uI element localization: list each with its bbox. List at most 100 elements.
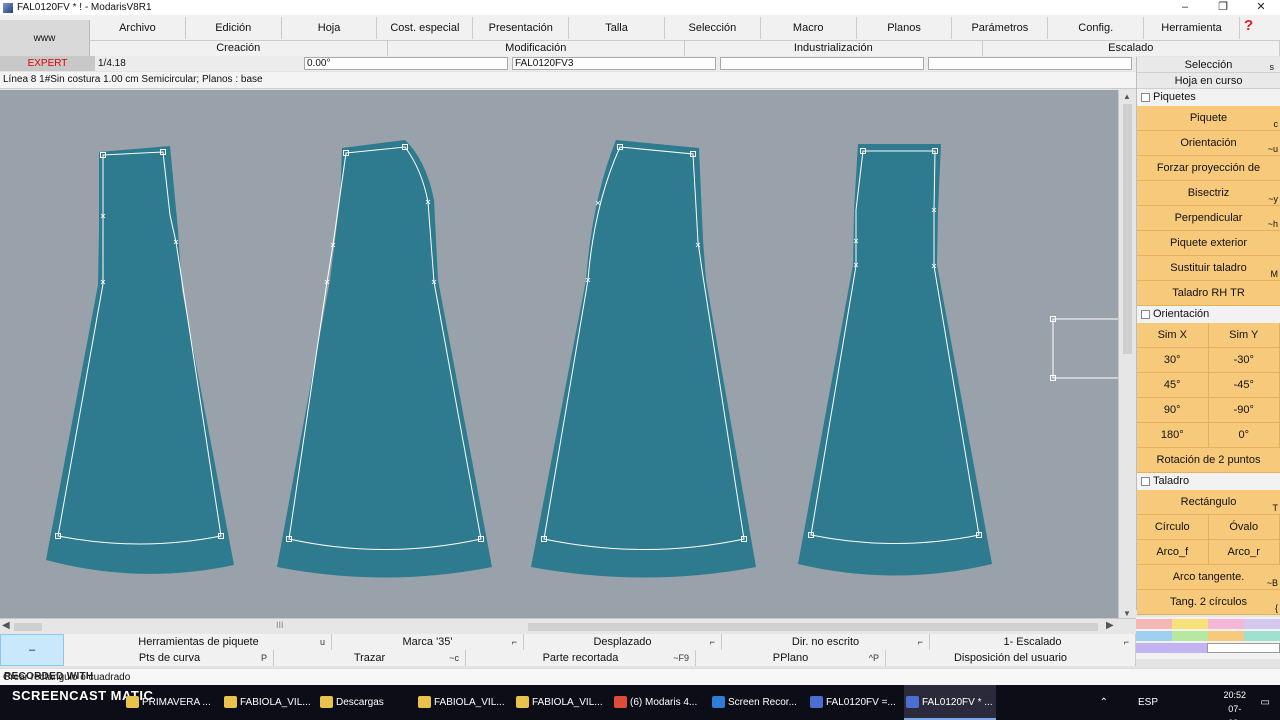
btn-arco-r[interactable]: Arco_r bbox=[1208, 540, 1280, 565]
clock[interactable]: 20:52 07-09-2020 bbox=[1223, 688, 1246, 720]
swatch[interactable] bbox=[1207, 643, 1280, 653]
swatch[interactable] bbox=[1208, 619, 1244, 629]
horizontal-scroll-track[interactable] bbox=[528, 623, 1098, 631]
taskbar-item-fabiola-3[interactable]: FABIOLA_VIL... bbox=[514, 685, 603, 720]
notification-icon[interactable]: ▭ bbox=[1261, 685, 1270, 720]
tool-parte-recortada[interactable]: Parte recortada ~F9 bbox=[466, 650, 696, 666]
btn-ovalo[interactable]: Óvalo bbox=[1208, 515, 1280, 540]
menu-hoja[interactable]: Hoja bbox=[282, 17, 378, 39]
menu-archivo[interactable]: Archivo bbox=[90, 17, 186, 39]
section-orientacion[interactable]: Orientación bbox=[1137, 306, 1280, 323]
empty-field-1[interactable] bbox=[720, 57, 924, 70]
swatch[interactable] bbox=[1136, 643, 1207, 653]
btn-orientacion[interactable]: Orientación ~u bbox=[1137, 131, 1280, 156]
btn-rot-45[interactable]: 45° bbox=[1137, 373, 1209, 398]
btn-rectangulo[interactable]: Rectángulo T bbox=[1137, 490, 1280, 515]
model-field[interactable]: FAL0120FV3 bbox=[512, 57, 716, 70]
section-checkbox[interactable] bbox=[1141, 93, 1150, 102]
angle-field[interactable]: 0.00° bbox=[304, 57, 508, 70]
empty-field-2[interactable] bbox=[928, 57, 1132, 70]
tool-pplano[interactable]: PPlano ^P bbox=[696, 650, 886, 666]
close-button[interactable]: ✕ bbox=[1242, 0, 1280, 15]
submenu-modificacion[interactable]: Modificación bbox=[388, 41, 685, 56]
swatch[interactable] bbox=[1136, 619, 1172, 629]
swatch[interactable] bbox=[1244, 631, 1280, 641]
taskbar-item-screen-recorder[interactable]: Screen Recor... bbox=[710, 685, 797, 720]
language-indicator[interactable]: ESP bbox=[1138, 685, 1158, 720]
pattern-svg[interactable] bbox=[0, 90, 1118, 618]
menu-edicion[interactable]: Edición bbox=[186, 17, 282, 39]
taskbar-item-modaris-2[interactable]: FAL0120FV * ... bbox=[904, 685, 996, 720]
menu-planos[interactable]: Planos bbox=[857, 17, 953, 39]
section-checkbox[interactable] bbox=[1141, 310, 1150, 319]
pattern-piece-2[interactable] bbox=[277, 140, 492, 578]
btn-sim-x[interactable]: Sim X bbox=[1137, 323, 1209, 348]
selection-rectangle[interactable] bbox=[1050, 316, 1119, 381]
tool-pts-de-curva[interactable]: Pts de curva P bbox=[66, 650, 274, 666]
menu-cost-especial[interactable]: Cost. especial bbox=[377, 17, 474, 39]
panel-current-sheet-header[interactable]: Hoja en curso bbox=[1137, 73, 1280, 89]
tool-marca-35[interactable]: Marca '35' ⌐ bbox=[332, 634, 524, 650]
btn-tang-2-circulos[interactable]: Tang. 2 círculos{ bbox=[1137, 590, 1280, 615]
piece-seam-allowance[interactable] bbox=[46, 146, 234, 574]
tool-dir-no-escrito[interactable]: Dir. no escrito ⌐ bbox=[722, 634, 930, 650]
btn-rot-minus-45[interactable]: -45° bbox=[1208, 373, 1280, 398]
vertical-scroll-thumb[interactable] bbox=[1123, 104, 1132, 354]
pattern-piece-1[interactable] bbox=[46, 146, 234, 574]
submenu-creacion[interactable]: Creación bbox=[90, 41, 388, 56]
pattern-piece-3[interactable] bbox=[531, 140, 756, 578]
swatch[interactable] bbox=[1244, 619, 1280, 629]
menu-presentacion[interactable]: Presentación bbox=[473, 17, 570, 39]
tool-herramientas-piquete[interactable]: Herramientas de piquete u bbox=[66, 634, 332, 650]
section-checkbox[interactable] bbox=[1141, 477, 1150, 486]
tool-disposicion-usuario[interactable]: Disposición del usuario bbox=[886, 650, 1136, 666]
www-button[interactable]: www bbox=[0, 20, 90, 56]
menu-seleccion[interactable]: Selección bbox=[665, 17, 761, 39]
btn-bisectriz[interactable]: Bisectriz ~y bbox=[1137, 181, 1280, 206]
menu-parametros[interactable]: Parámetros bbox=[952, 17, 1049, 39]
menu-talla[interactable]: Talla bbox=[569, 17, 665, 39]
taskbar-item-modaris-1[interactable]: FAL0120FV =... bbox=[808, 685, 896, 720]
swatch[interactable] bbox=[1172, 619, 1208, 629]
tool-trazar[interactable]: Trazar ~c bbox=[274, 650, 466, 666]
panel-selection-header[interactable]: Selección s bbox=[1137, 57, 1280, 73]
btn-rot-90[interactable]: 90° bbox=[1137, 398, 1209, 423]
btn-rot-minus-30[interactable]: -30° bbox=[1208, 348, 1280, 373]
horizontal-scroll-thumb[interactable] bbox=[14, 623, 42, 631]
btn-circulo[interactable]: Círculo bbox=[1137, 515, 1209, 540]
pattern-canvas[interactable] bbox=[0, 90, 1118, 618]
taskbar-item-descargas[interactable]: Descargas bbox=[318, 685, 384, 720]
tool-escalado[interactable]: 1- Escalado ⌐ bbox=[930, 634, 1136, 650]
menu-config[interactable]: Config. bbox=[1048, 17, 1145, 39]
scroll-down-arrow[interactable]: ▼ bbox=[1123, 609, 1131, 618]
btn-arco-f[interactable]: Arco_f bbox=[1137, 540, 1209, 565]
menu-macro[interactable]: Macro bbox=[761, 17, 857, 39]
piece-seam-allowance[interactable] bbox=[531, 140, 756, 578]
maximize-button[interactable]: ❐ bbox=[1204, 0, 1242, 15]
scroll-left-arrow[interactable]: ◀ bbox=[2, 620, 10, 631]
help-icon[interactable]: ? bbox=[1244, 17, 1256, 35]
submenu-industrializacion[interactable]: Industrialización bbox=[685, 41, 983, 56]
horizontal-scrollbar[interactable]: ◀ III ▶ bbox=[0, 618, 1136, 634]
scroll-right-arrow[interactable]: ▶ bbox=[1106, 620, 1114, 631]
btn-rot-30[interactable]: 30° bbox=[1137, 348, 1209, 373]
btn-sustituir-taladro[interactable]: Sustituir taladro M bbox=[1137, 256, 1280, 281]
btn-perpendicular[interactable]: Perpendicular ~h bbox=[1137, 206, 1280, 231]
btn-rot-minus-90[interactable]: -90° bbox=[1208, 398, 1280, 423]
active-tool-indicator[interactable]: – bbox=[0, 634, 64, 666]
pattern-piece-4[interactable] bbox=[798, 144, 992, 576]
expert-mode-badge[interactable]: EXPERT bbox=[0, 56, 95, 71]
vertical-scrollbar[interactable]: ▲ ▼ bbox=[1118, 90, 1136, 620]
swatch[interactable] bbox=[1172, 631, 1208, 641]
section-piquetes[interactable]: Piquetes bbox=[1137, 89, 1280, 106]
tray-chevron-icon[interactable]: ⌃ bbox=[1100, 685, 1108, 720]
btn-rotacion-2-puntos[interactable]: Rotación de 2 puntos bbox=[1137, 448, 1280, 473]
submenu-escalado[interactable]: Escalado bbox=[983, 41, 1280, 56]
btn-piquete-exterior[interactable]: Piquete exterior bbox=[1137, 231, 1280, 256]
swatch[interactable] bbox=[1136, 631, 1172, 641]
menu-herramienta[interactable]: Herramienta bbox=[1144, 17, 1240, 39]
btn-piquete[interactable]: Piquete c bbox=[1137, 106, 1280, 131]
btn-arco-tangente[interactable]: Arco tangente. ~B bbox=[1137, 565, 1280, 590]
section-taladro[interactable]: Taladro bbox=[1137, 473, 1280, 490]
piece-seam-allowance[interactable] bbox=[277, 140, 492, 578]
